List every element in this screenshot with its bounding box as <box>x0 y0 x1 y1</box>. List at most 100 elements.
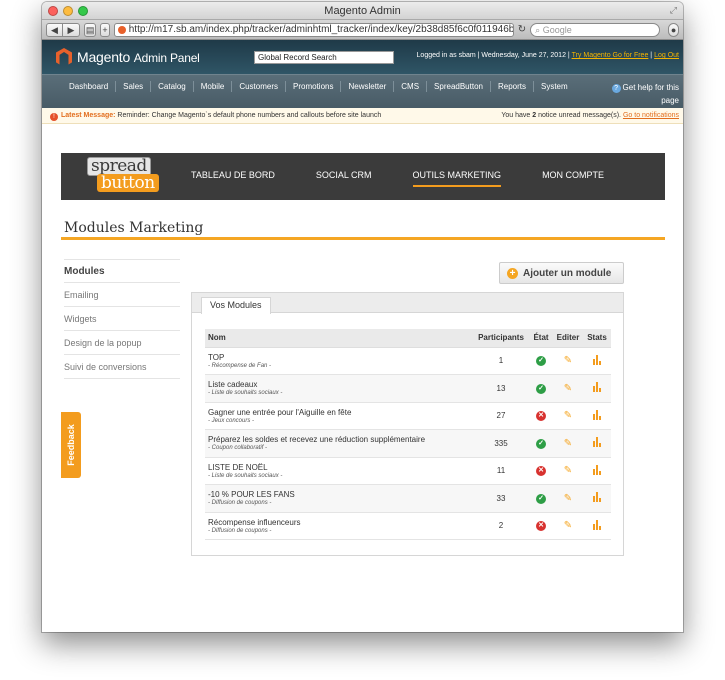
sidebar-item-widgets[interactable]: Widgets <box>64 307 180 331</box>
window-controls <box>48 6 88 16</box>
stats-cell <box>583 429 611 458</box>
address-bar[interactable]: http://m17.sb.am/index.php/tracker/admin… <box>113 22 514 37</box>
sidebar-item-emailing[interactable]: Emailing <box>64 283 180 307</box>
page-title: Modules Marketing <box>64 220 204 236</box>
reload-icon[interactable]: ↻ <box>518 24 526 35</box>
table-row[interactable]: TOP - Récompense de Fan -1 ✓ ✎ <box>205 347 611 375</box>
window-title: Magento Admin <box>324 5 401 17</box>
participants-count: 11 <box>473 457 529 485</box>
stats-cell <box>583 457 611 485</box>
nav-newsletter[interactable]: Newsletter <box>341 81 395 92</box>
help-link[interactable]: ? Get help for this page <box>611 81 679 107</box>
modules-table: Nom Participants État Editer Stats TOP - … <box>205 329 611 540</box>
status-error-icon[interactable]: ✕ <box>536 411 546 422</box>
module-name[interactable]: Gagner une entrée pour l'Aiguille en fêt… <box>208 408 473 417</box>
forward-button[interactable]: ▶ <box>63 22 80 37</box>
stats-chart-icon[interactable] <box>593 382 601 393</box>
nav-spreadbutton[interactable]: SpreadButton <box>427 81 491 92</box>
bookmarks-button[interactable]: ▤ <box>84 22 97 37</box>
browser-window: Magento Admin ⤢ ◀ ▶ ▤ + http://m17.sb.am… <box>42 2 683 632</box>
close-window-button[interactable] <box>48 6 58 16</box>
module-name[interactable]: LISTE DE NOËL <box>208 463 473 472</box>
module-name[interactable]: Liste cadeaux <box>208 380 473 389</box>
edit-pencil-icon[interactable]: ✎ <box>564 410 572 421</box>
status-ok-icon[interactable]: ✓ <box>536 438 546 449</box>
edit-cell: ✎ <box>553 457 583 485</box>
edit-pencil-icon[interactable]: ✎ <box>564 465 572 476</box>
logout-link[interactable]: Log Out <box>654 52 679 59</box>
menu-tableau-de-bord[interactable]: TABLEAU DE BORD <box>191 170 275 187</box>
browser-toolbar: ◀ ▶ ▤ + http://m17.sb.am/index.php/track… <box>42 20 683 40</box>
nav-customers[interactable]: Customers <box>232 81 286 92</box>
maximize-window-button[interactable] <box>78 6 88 16</box>
fullscreen-icon[interactable]: ⤢ <box>670 5 677 16</box>
minimize-window-button[interactable] <box>63 6 73 16</box>
edit-pencil-icon[interactable]: ✎ <box>564 355 572 366</box>
table-row[interactable]: -10 % POUR LES FANS - Diffusion de coupon… <box>205 484 611 513</box>
global-search-input[interactable]: Global Record Search <box>254 51 394 64</box>
new-tab-button[interactable]: + <box>100 22 110 37</box>
stats-chart-icon[interactable] <box>593 464 601 475</box>
stats-chart-icon[interactable] <box>593 409 601 420</box>
table-row[interactable]: LISTE DE NOËL - Liste de souhaits sociaux… <box>205 457 611 485</box>
feedback-tab[interactable]: Feedback <box>61 412 81 478</box>
table-header-row: Nom Participants État Editer Stats <box>205 329 611 348</box>
nav-promotions[interactable]: Promotions <box>286 81 342 92</box>
stats-chart-icon[interactable] <box>593 437 601 448</box>
module-name[interactable]: -10 % POUR LES FANS <box>208 490 473 499</box>
search-field[interactable]: ⌕ Google <box>530 22 661 37</box>
nav-reports[interactable]: Reports <box>491 81 534 92</box>
try-magento-link[interactable]: Try Magento Go for Free <box>572 52 649 59</box>
search-placeholder: Google <box>542 24 572 35</box>
menu-outils-marketing[interactable]: OUTILS MARKETING <box>412 170 502 187</box>
stats-chart-icon[interactable] <box>593 519 601 530</box>
magento-logo[interactable]: Magento Admin Panel <box>56 48 200 66</box>
menu-social-crm[interactable]: SOCIAL CRM <box>316 170 372 187</box>
table-row[interactable]: Liste cadeaux - Liste de souhaits sociaux… <box>205 374 611 403</box>
edit-cell: ✎ <box>553 512 583 540</box>
user-bar: Logged in as sbam | Wednesday, June 27, … <box>416 52 679 59</box>
notifications-link[interactable]: Go to notifications <box>623 112 679 119</box>
logo-subtitle: Admin Panel <box>133 51 200 65</box>
status-ok-icon[interactable]: ✓ <box>536 383 546 394</box>
state-cell: ✓ <box>529 429 553 458</box>
sidebar-item-suivi-conversions[interactable]: Suivi de conversions <box>64 355 180 379</box>
table-row[interactable]: Gagner une entrée pour l'Aiguille en fêt… <box>205 402 611 430</box>
sidebar-item-modules[interactable]: Modules <box>64 259 180 283</box>
module-type: - Diffusion de coupons - <box>208 500 272 507</box>
module-type: - Diffusion de coupons - <box>208 527 272 534</box>
status-error-icon[interactable]: ✕ <box>536 466 546 477</box>
status-ok-icon[interactable]: ✓ <box>536 356 546 367</box>
nav-cms[interactable]: CMS <box>394 81 428 92</box>
table-row[interactable]: Préparez les soldes et recevez une réduc… <box>205 429 611 458</box>
edit-pencil-icon[interactable]: ✎ <box>564 383 572 394</box>
status-error-icon[interactable]: ✕ <box>536 521 546 532</box>
sidebar-item-design-popup[interactable]: Design de la popup <box>64 331 180 355</box>
module-name-cell: LISTE DE NOËL - Liste de souhaits sociaux… <box>205 457 473 485</box>
back-button[interactable]: ◀ <box>46 22 63 37</box>
tab-vos-modules[interactable]: Vos Modules <box>201 297 271 314</box>
menu-mon-compte[interactable]: MON COMPTE <box>542 170 604 187</box>
nav-catalog[interactable]: Catalog <box>151 81 194 92</box>
spreadbutton-logo[interactable]: spread button <box>87 157 159 194</box>
participants-count: 33 <box>473 484 529 513</box>
module-name[interactable]: Récompense influenceurs <box>208 518 473 527</box>
stats-chart-icon[interactable] <box>593 492 601 503</box>
stats-chart-icon[interactable] <box>593 354 601 365</box>
edit-pencil-icon[interactable]: ✎ <box>564 493 572 504</box>
nav-mobile[interactable]: Mobile <box>194 81 233 92</box>
notice-prefix: You have <box>501 112 531 119</box>
nav-dashboard[interactable]: Dashboard <box>62 81 117 92</box>
edit-pencil-icon[interactable]: ✎ <box>564 438 572 449</box>
nav-system[interactable]: System <box>534 81 575 92</box>
module-name[interactable]: Préparez les soldes et recevez une réduc… <box>208 435 473 444</box>
status-ok-icon[interactable]: ✓ <box>536 493 546 504</box>
settings-icon[interactable]: ● <box>668 22 680 37</box>
add-module-button[interactable]: + Ajouter un module <box>499 262 624 284</box>
help-line1: Get help for this <box>622 83 679 92</box>
table-row[interactable]: Récompense influenceurs - Diffusion de co… <box>205 512 611 540</box>
edit-pencil-icon[interactable]: ✎ <box>564 520 572 531</box>
nav-sales[interactable]: Sales <box>116 81 152 92</box>
module-name-cell: Liste cadeaux - Liste de souhaits sociaux… <box>205 374 473 403</box>
module-name[interactable]: TOP <box>208 353 473 362</box>
